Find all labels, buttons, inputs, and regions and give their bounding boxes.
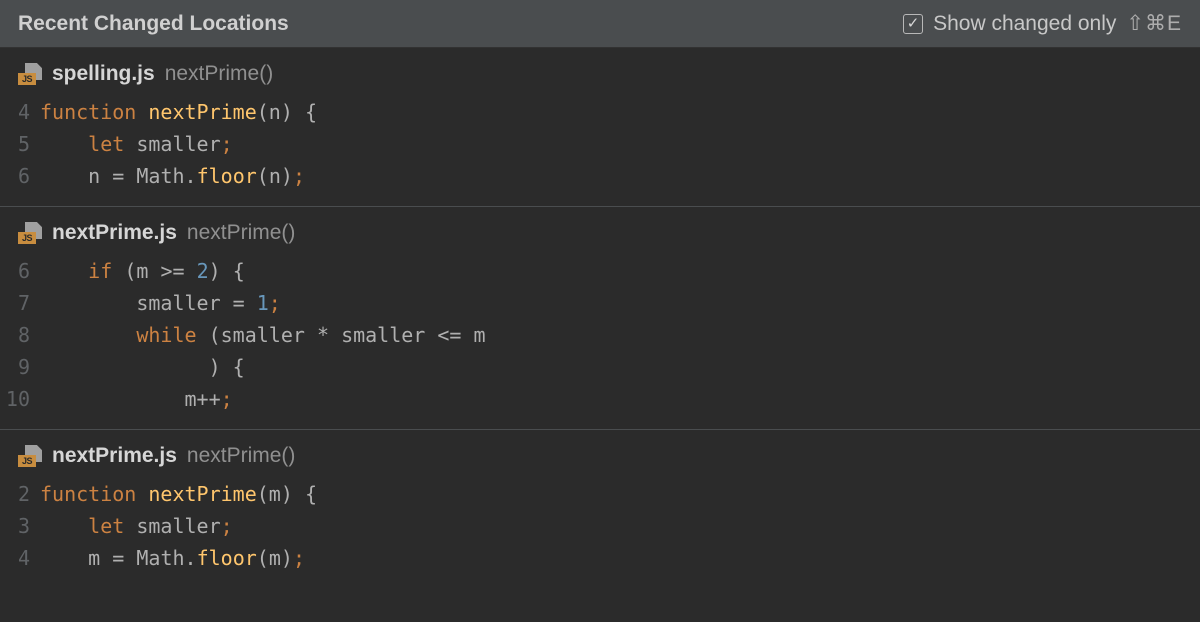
line-number: 9 xyxy=(0,351,40,383)
code-snippet: 2function nextPrime(m) {3 let smaller;4 … xyxy=(0,478,1200,580)
line-number: 6 xyxy=(0,255,40,287)
file-name: nextPrime.js xyxy=(52,221,177,245)
file-name: spelling.js xyxy=(52,62,155,86)
line-number: 5 xyxy=(0,128,40,160)
code-line[interactable]: 9 ) { xyxy=(0,351,1200,383)
code-snippet: 4function nextPrime(n) {5 let smaller;6 … xyxy=(0,96,1200,198)
header-right: ✓ Show changed only ⇧⌘E xyxy=(903,11,1182,36)
function-name: nextPrime() xyxy=(187,221,296,245)
code-line[interactable]: 2function nextPrime(m) { xyxy=(0,478,1200,510)
code-line[interactable]: 10 m++; xyxy=(0,383,1200,415)
code-text: function nextPrime(n) { xyxy=(40,96,317,128)
js-file-icon: JS xyxy=(18,222,42,244)
code-text: function nextPrime(m) { xyxy=(40,478,317,510)
code-line[interactable]: 6 n = Math.floor(n); xyxy=(0,160,1200,192)
code-line[interactable]: 4function nextPrime(n) { xyxy=(0,96,1200,128)
code-line[interactable]: 7 smaller = 1; xyxy=(0,287,1200,319)
code-snippet: 6 if (m >= 2) { 7 smaller = 1; 8 while (… xyxy=(0,255,1200,421)
location-item[interactable]: JS nextPrime.js nextPrime() 6 if (m >= 2) … xyxy=(0,207,1200,430)
shortcut-hint: ⇧⌘E xyxy=(1126,11,1182,36)
code-text: m = Math.floor(m); xyxy=(40,542,305,574)
code-text: smaller = 1; xyxy=(40,287,281,319)
function-name: nextPrime() xyxy=(187,444,296,468)
show-changed-label: Show changed only xyxy=(933,12,1116,36)
location-header[interactable]: JS nextPrime.js nextPrime() xyxy=(0,430,1200,478)
show-changed-checkbox[interactable]: ✓ xyxy=(903,14,923,34)
line-number: 6 xyxy=(0,160,40,192)
locations-list: JSspelling.jsnextPrime()4function nextPr… xyxy=(0,48,1200,588)
line-number: 4 xyxy=(0,96,40,128)
js-file-icon: JS xyxy=(18,63,42,85)
code-line[interactable]: 6 if (m >= 2) { xyxy=(0,255,1200,287)
popup-header: Recent Changed Locations ✓ Show changed … xyxy=(0,0,1200,48)
code-text: n = Math.floor(n); xyxy=(40,160,305,192)
js-file-icon: JS xyxy=(18,445,42,467)
location-header[interactable]: JS nextPrime.js nextPrime() xyxy=(0,207,1200,255)
line-number: 3 xyxy=(0,510,40,542)
code-line[interactable]: 4 m = Math.floor(m); xyxy=(0,542,1200,574)
code-text: let smaller; xyxy=(40,510,233,542)
code-line[interactable]: 5 let smaller; xyxy=(0,128,1200,160)
file-name: nextPrime.js xyxy=(52,444,177,468)
popup-title: Recent Changed Locations xyxy=(18,12,289,36)
code-line[interactable]: 8 while (smaller * smaller <= m xyxy=(0,319,1200,351)
code-text: let smaller; xyxy=(40,128,233,160)
line-number: 2 xyxy=(0,478,40,510)
function-name: nextPrime() xyxy=(165,62,274,86)
line-number: 4 xyxy=(0,542,40,574)
code-text: m++; xyxy=(40,383,233,415)
code-text: while (smaller * smaller <= m xyxy=(40,319,486,351)
code-text: if (m >= 2) { xyxy=(40,255,245,287)
code-line[interactable]: 3 let smaller; xyxy=(0,510,1200,542)
location-header[interactable]: JS spelling.js nextPrime() xyxy=(0,48,1200,96)
line-number: 8 xyxy=(0,319,40,351)
location-item[interactable]: JS spelling.js nextPrime() 4function nextPr… xyxy=(0,48,1200,207)
line-number: 10 xyxy=(0,383,40,415)
location-item[interactable]: JS nextPrime.js nextPrime() 2function nextP… xyxy=(0,430,1200,588)
code-text: ) { xyxy=(40,351,245,383)
line-number: 7 xyxy=(0,287,40,319)
